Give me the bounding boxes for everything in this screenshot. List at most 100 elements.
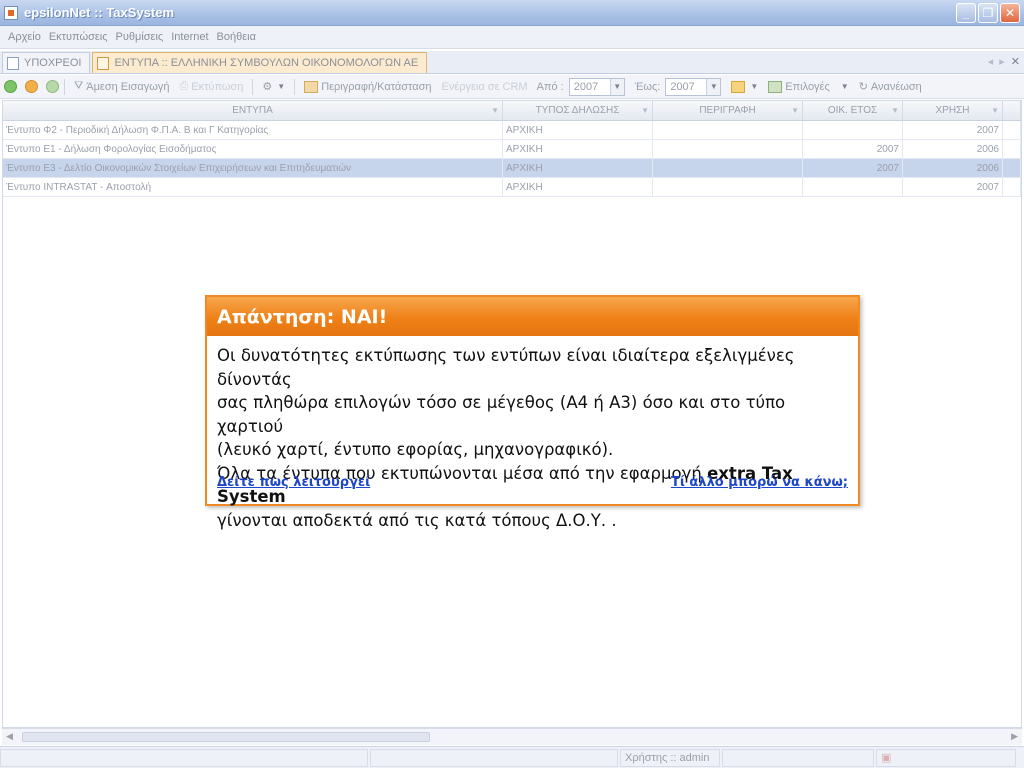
tab-close-icon[interactable]: ✕ <box>1011 55 1020 68</box>
document-icon <box>7 56 19 70</box>
column-header-declaration-type[interactable]: ΤΥΠΟΣ ΔΗΛΩΣΗΣ ▼ <box>503 101 653 120</box>
toolbar-separator <box>252 78 254 95</box>
tools-dropdown[interactable]: ⚙ ▼ <box>258 80 289 93</box>
how-it-works-link[interactable]: Δείτε πως λειτουργεί <box>217 475 370 490</box>
options-icon <box>768 80 783 93</box>
funnel-icon: ⛛ <box>74 80 84 92</box>
window-controls: _ ❐ ✕ <box>956 3 1020 23</box>
cell-type: ΑΡΧΙΚΗ <box>503 159 653 177</box>
cell-fiscal-year <box>803 121 903 139</box>
callout-text-line: (λευκό χαρτί, έντυπο εφορίας, μηχανογραφ… <box>217 440 614 459</box>
column-header-forms[interactable]: ΕΝΤΥΠΑ ▼ <box>3 101 503 120</box>
table-row[interactable]: Έντυπο INTRASTAT - Αποστολή ΑΡΧΙΚΗ 2007 <box>3 178 1021 197</box>
chevron-down-icon[interactable]: ▼ <box>609 78 624 95</box>
cell-description <box>653 140 803 158</box>
scroll-left-icon[interactable]: ◀ <box>6 731 13 742</box>
callout-text-line: Οι δυνατότητες εκτύπωσης των εντύπων είν… <box>217 346 795 389</box>
maximize-button[interactable]: ❐ <box>978 3 998 23</box>
menu-file[interactable]: Αρχείο <box>4 31 45 43</box>
column-header-fiscal-year[interactable]: ΟΙΚ. ΕΤΟΣ ▼ <box>803 101 903 120</box>
tab-forms[interactable]: ΕΝΤΥΠΑ :: ΕΛΛΗΝΙΚΗ ΣΥΜΒΟΥΛΩΝ ΟΙΚΟΝΟΜΟΛΟΓ… <box>92 52 428 73</box>
column-header-description[interactable]: ΠΕΡΙΓΡΑΦΗ ▼ <box>653 101 803 120</box>
scroll-right-icon[interactable]: ▶ <box>1011 731 1018 742</box>
tab-prev-icon[interactable]: ◂ <box>988 55 994 68</box>
cell-type: ΑΡΧΙΚΗ <box>503 121 653 139</box>
description-status-button[interactable]: Περιγραφή/Κατάσταση <box>300 80 435 93</box>
options-button[interactable]: Επιλογές ▼ <box>764 80 852 93</box>
column-header-spacer <box>1003 101 1021 120</box>
cell-type: ΑΡΧΙΚΗ <box>503 178 653 196</box>
cell-description <box>653 178 803 196</box>
refresh-icon: ↻ <box>858 81 868 93</box>
callout-links: Δείτε πως λειτουργεί Τί άλλο μπορώ να κά… <box>217 475 848 490</box>
delete-icon[interactable] <box>46 80 59 93</box>
to-label: Έως: <box>634 80 661 93</box>
table-row[interactable]: Έντυπο Φ2 - Περιοδική Δήλωση Φ.Π.Α. Β κα… <box>3 121 1021 140</box>
cell-use: 2007 <box>903 178 1003 196</box>
menu-help[interactable]: Βοήθεια <box>213 31 260 43</box>
cell-type: ΑΡΧΙΚΗ <box>503 140 653 158</box>
status-panel <box>722 748 874 767</box>
from-year-value: 2007 <box>573 80 599 93</box>
answer-callout: Απάντηση: ΝΑΙ! Οι δυνατότητες εκτύπωσης … <box>205 295 860 530</box>
chevron-down-icon[interactable]: ▼ <box>791 106 799 115</box>
toolbar: ⛛ Άμεση Εισαγωγή ⎙ Εκτύπωση ⚙ ▼ Περιγραφ… <box>0 75 1024 99</box>
refresh-records-icon[interactable] <box>25 80 38 93</box>
callout-header: Απάντηση: ΝΑΙ! <box>207 297 858 336</box>
refresh-button[interactable]: ↻ Ανανέωση <box>855 80 926 94</box>
crm-activity-button[interactable]: Ενέργεια σε CRM <box>438 81 532 93</box>
tab-next-icon[interactable]: ▸ <box>999 55 1005 68</box>
tab-navigation: ◂ ▸ ✕ <box>988 55 1020 68</box>
status-bar: Χρήστης :: admin ▣ <box>0 746 1024 768</box>
add-icon[interactable] <box>4 80 17 93</box>
close-button[interactable]: ✕ <box>1000 3 1020 23</box>
chevron-down-icon: ▼ <box>277 82 286 91</box>
menu-settings[interactable]: Ρυθμίσεις <box>112 31 168 43</box>
cell-spacer <box>1003 159 1021 177</box>
table-row-selected[interactable]: Έντυπο Ε3 - Δελτίο Οικονομικών Στοιχείων… <box>3 159 1021 178</box>
cell-fiscal-year: 2007 <box>803 159 903 177</box>
what-else-link[interactable]: Τί άλλο μπορώ να κάνω; <box>671 475 848 490</box>
cell-form: Έντυπο Φ2 - Περιοδική Δήλωση Φ.Π.Α. Β κα… <box>3 121 503 139</box>
tab-taxpayers[interactable]: ΥΠΟΧΡΕΟΙ <box>2 52 91 73</box>
scrollbar-thumb[interactable] <box>22 732 430 742</box>
cell-use: 2006 <box>903 159 1003 177</box>
print-button[interactable]: ⎙ Εκτύπωση <box>175 80 247 93</box>
callout-title: Απάντηση: ΝΑΙ! <box>217 305 388 328</box>
status-icon: ▣ <box>881 752 892 764</box>
tab-label: ΕΝΤΥΠΑ :: ΕΛΛΗΝΙΚΗ ΣΥΜΒΟΥΛΩΝ ΟΙΚΟΝΟΜΟΛΟΓ… <box>114 57 419 69</box>
folder-dropdown[interactable]: ▼ <box>727 80 762 93</box>
cell-form: Έντυπο Ε1 - Δήλωση Φορολογίας Εισοδήματο… <box>3 140 503 158</box>
callout-text-line: γίνονται αποδεκτά από τις κατά τόπους Δ.… <box>217 510 617 530</box>
chevron-down-icon[interactable]: ▼ <box>491 106 499 115</box>
cell-use: 2006 <box>903 140 1003 158</box>
toolbar-separator <box>64 78 65 95</box>
status-panel <box>0 748 368 767</box>
chevron-down-icon[interactable]: ▼ <box>641 106 649 115</box>
column-header-use[interactable]: ΧΡΗΣΗ ▼ <box>903 101 1003 120</box>
grid-header: ΕΝΤΥΠΑ ▼ ΤΥΠΟΣ ΔΗΛΩΣΗΣ ▼ ΠΕΡΙΓΡΑΦΗ ▼ ΟΙΚ… <box>3 101 1021 121</box>
minimize-button[interactable]: _ <box>956 3 976 23</box>
to-year-select[interactable]: 2007 ▼ <box>665 77 722 96</box>
document-icon <box>97 56 110 70</box>
to-year-value: 2007 <box>670 80 695 93</box>
printer-icon: ⎙ <box>179 80 189 92</box>
chevron-down-icon[interactable]: ▼ <box>991 106 999 115</box>
menu-bar: Αρχείο Εκτυπώσεις Ρυθμίσεις Internet Βοή… <box>0 26 1024 49</box>
app-icon <box>4 5 18 20</box>
menu-internet[interactable]: Internet <box>167 31 212 43</box>
cell-form: Έντυπο Ε3 - Δελτίο Οικονομικών Στοιχείων… <box>3 159 503 177</box>
from-year-select[interactable]: 2007 ▼ <box>568 77 625 96</box>
chevron-down-icon[interactable]: ▼ <box>706 78 721 95</box>
cell-spacer <box>1003 121 1021 139</box>
menu-prints[interactable]: Εκτυπώσεις <box>45 31 112 43</box>
cell-description <box>653 121 803 139</box>
table-row[interactable]: Έντυπο Ε1 - Δήλωση Φορολογίας Εισοδήματο… <box>3 140 1021 159</box>
cell-fiscal-year <box>803 178 903 196</box>
chevron-down-icon[interactable]: ▼ <box>891 106 899 115</box>
direct-entry-button[interactable]: ⛛ Άμεση Εισαγωγή <box>70 80 173 93</box>
from-label: Από : <box>536 80 564 93</box>
horizontal-scrollbar[interactable]: ◀ ▶ <box>2 728 1022 745</box>
callout-text-line: σας πληθώρα επιλογών τόσο σε μέγεθος (Α4… <box>217 393 786 436</box>
open-folder-icon <box>731 80 746 93</box>
